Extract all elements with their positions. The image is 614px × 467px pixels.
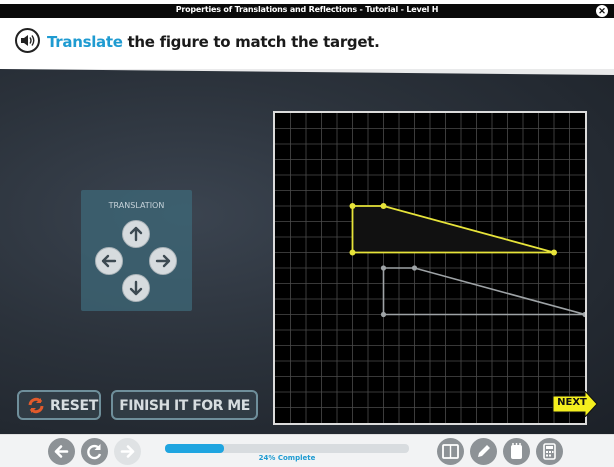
replay-icon[interactable] [81, 438, 108, 465]
instruction-text: Translate the figure to match the target… [47, 33, 380, 51]
movable-figure[interactable] [351, 205, 555, 254]
reset-label: RESET [50, 398, 99, 414]
target-vertex [380, 311, 387, 318]
instruction-keyword: Translate [47, 33, 123, 51]
bottom-toolbar: 24% Complete [0, 434, 614, 467]
target-vertex [582, 311, 588, 318]
title-bar: Properties of Translations and Reflectio… [0, 0, 614, 21]
figure-vertex [349, 203, 356, 209]
reset-button[interactable]: RESET [17, 390, 101, 420]
coordinate-grid[interactable] [273, 111, 588, 425]
arrow-right-icon [155, 254, 171, 268]
progress-fill [165, 444, 224, 453]
translation-panel-title: TRANSLATION [108, 201, 165, 210]
target-vertex [411, 265, 418, 271]
finish-label: FINISH IT FOR ME [119, 398, 250, 414]
close-icon[interactable]: ✕ [596, 5, 608, 17]
figure-vertex [380, 203, 387, 209]
arrow-up-icon [129, 226, 143, 242]
figure-vertex [551, 249, 557, 256]
next-button[interactable]: NEXT [552, 389, 598, 419]
arrow-right-button[interactable] [149, 247, 177, 275]
arrow-left-icon [101, 254, 117, 268]
notepad-icon[interactable] [503, 438, 530, 465]
arrow-up-button[interactable] [122, 220, 150, 248]
target-vertex [380, 265, 387, 271]
reset-icon [28, 397, 44, 414]
figure-vertex [349, 249, 356, 256]
calculator-icon[interactable] [536, 438, 563, 465]
next-label: NEXT [557, 397, 587, 408]
back-arrow-icon[interactable] [48, 438, 75, 465]
target-figure [382, 267, 586, 316]
speaker-icon[interactable] [15, 28, 40, 53]
window-title: Properties of Translations and Reflectio… [175, 5, 439, 14]
instruction-rest: the figure to match the target. [122, 33, 380, 51]
forward-arrow-icon [114, 438, 141, 465]
pencil-icon[interactable] [470, 438, 497, 465]
workspace-board: TRANSLATION RESET FINISH IT FOR ME NEXT [0, 69, 614, 434]
glossary-icon[interactable] [437, 438, 464, 465]
arrow-down-button[interactable] [122, 274, 150, 302]
translation-panel: TRANSLATION [81, 190, 192, 311]
grid-canvas [275, 113, 588, 423]
instruction-bar: Translate the figure to match the target… [0, 21, 614, 69]
progress-label: 24% Complete [258, 454, 316, 462]
finish-it-for-me-button[interactable]: FINISH IT FOR ME [111, 390, 258, 420]
arrow-down-icon [129, 280, 143, 296]
arrow-left-button[interactable] [95, 247, 123, 275]
